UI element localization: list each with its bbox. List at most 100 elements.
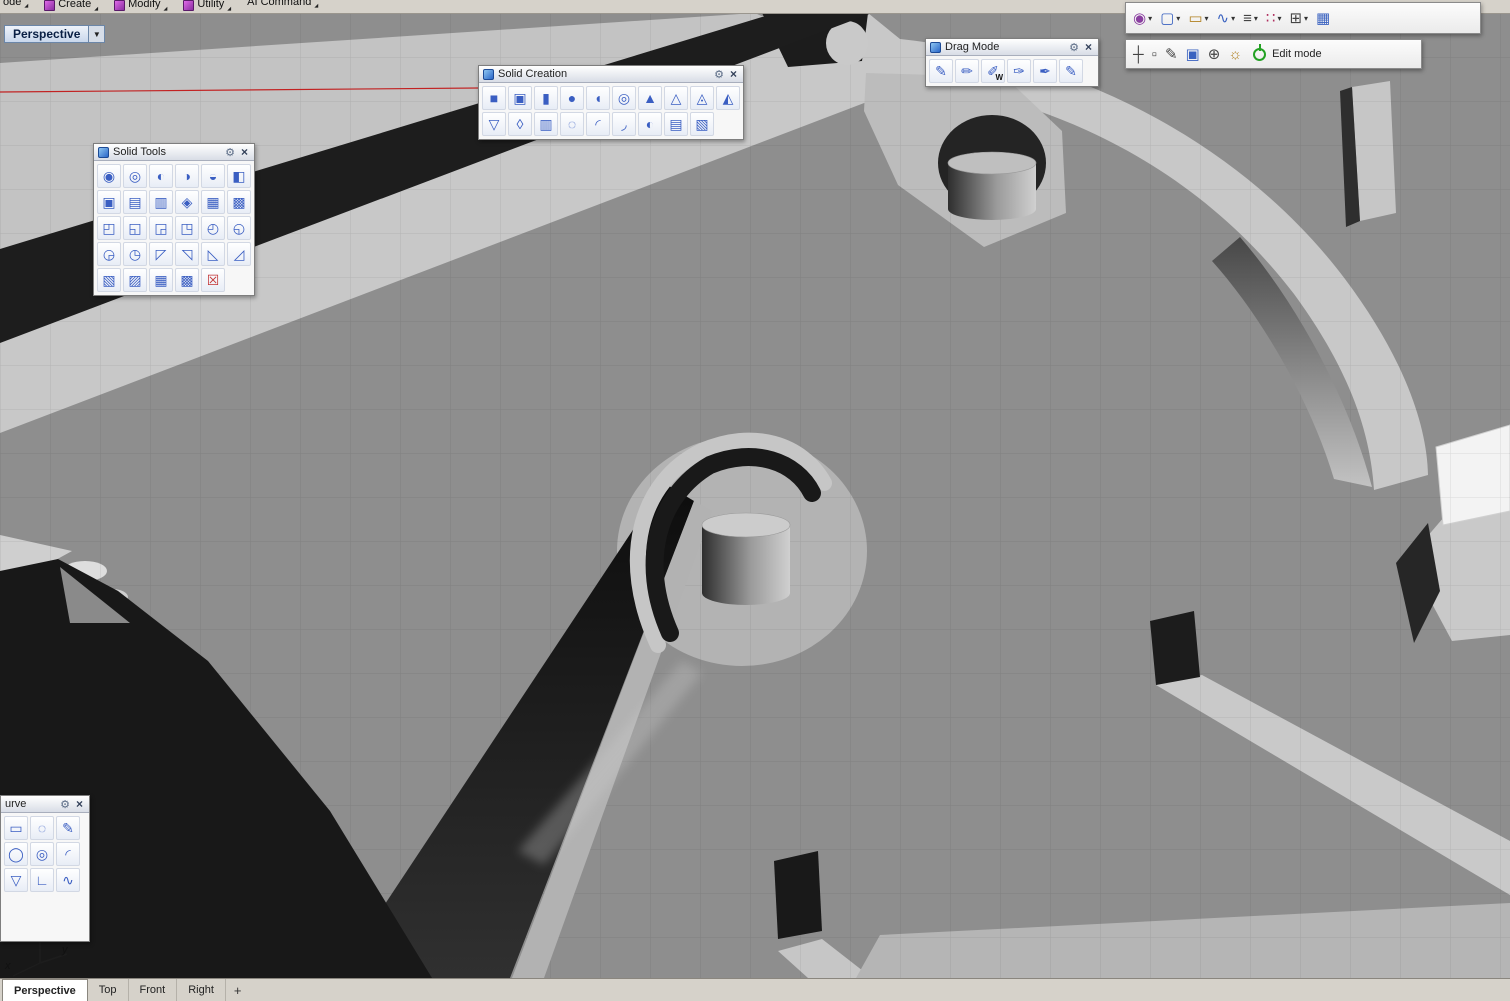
pan-tabs-button[interactable]: + — [226, 979, 250, 1001]
merge-solids-icon[interactable]: ◒ — [201, 164, 225, 188]
box-icon[interactable]: ■ — [482, 86, 506, 110]
dropdown-arrow-icon[interactable]: ▾ — [1148, 14, 1152, 23]
fillet-edge-icon[interactable]: ◰ — [97, 216, 121, 240]
cone-icon[interactable]: ▲ — [638, 86, 662, 110]
circle-icon[interactable]: ◯ — [4, 842, 28, 866]
delete-hole-icon[interactable]: ☒ — [201, 268, 225, 292]
arc-slab-icon[interactable]: ◜ — [586, 112, 610, 136]
angle-curve-icon[interactable]: ∟ — [30, 868, 54, 892]
view-drag-icon[interactable]: ✒ — [1033, 59, 1057, 83]
boolean-intersection-icon[interactable]: ◐ — [149, 164, 173, 188]
cylinder-icon[interactable]: ▮ — [534, 86, 558, 110]
dropdown-arrow-icon[interactable]: ▾ — [1277, 14, 1281, 23]
viewport-title[interactable]: Perspective — [4, 25, 89, 43]
menu-ai-command[interactable]: AI Command◢ — [247, 0, 318, 8]
close-icon[interactable]: × — [239, 145, 250, 159]
arc-icon[interactable]: ◜ — [56, 842, 80, 866]
tetrahedron-icon[interactable]: ▽ — [482, 112, 506, 136]
twist-icon[interactable]: ◿ — [227, 242, 251, 266]
array-dropdown[interactable]: ∷▾ — [1263, 10, 1285, 27]
gear-icon[interactable]: ⚙ — [714, 68, 724, 81]
uvn-drag-icon[interactable]: ✏ — [955, 59, 979, 83]
transform-dropdown[interactable]: ⊞▾ — [1286, 10, 1311, 27]
viewport-perspective[interactable]: x y Perspective ▼ Solid Creation ⚙ × ■▣▮… — [0, 13, 1510, 978]
light-icon[interactable]: ☼ — [1225, 46, 1245, 63]
rotate-face-icon[interactable]: ◴ — [201, 216, 225, 240]
sphere-icon[interactable]: ● — [560, 86, 584, 110]
dropdown-arrow-icon[interactable]: ▾ — [1231, 14, 1235, 23]
project-curve-icon[interactable]: ◹ — [175, 242, 199, 266]
dropdown-arrow-icon[interactable]: ▾ — [1205, 14, 1209, 23]
tab-front[interactable]: Front — [129, 979, 178, 1001]
close-icon[interactable]: × — [74, 797, 85, 811]
curve-tools-dropdown[interactable]: ∿▾ — [1214, 10, 1239, 27]
menu-utility[interactable]: Utility◢ — [183, 0, 231, 11]
cplane-drag-icon[interactable]: ✑ — [1007, 59, 1031, 83]
gumball-icon[interactable]: ┼ — [1130, 46, 1147, 63]
move-face-icon[interactable]: ◲ — [149, 216, 173, 240]
viewport-dropdown-icon[interactable]: ▼ — [89, 25, 105, 43]
copy-face-icon[interactable]: ◳ — [175, 216, 199, 240]
tube-icon[interactable]: ▥ — [534, 112, 558, 136]
polyline-icon[interactable]: ▭ — [4, 816, 28, 840]
menu-create[interactable]: Create◢ — [44, 0, 98, 11]
boolean-gears-icon[interactable]: ◈ — [175, 190, 199, 214]
solid-tools-titlebar[interactable]: Solid Tools ⚙ × — [94, 144, 254, 161]
gear-icon[interactable]: ⚙ — [60, 798, 70, 811]
round-hole-icon[interactable]: ▨ — [123, 268, 147, 292]
cone-outline-icon[interactable]: △ — [664, 86, 688, 110]
points-on-icon[interactable]: ▫ — [1149, 46, 1160, 63]
measure-dropdown[interactable]: ▭▾ — [1185, 10, 1211, 27]
edit-mode-power-icon[interactable] — [1253, 48, 1266, 61]
boolean-split-icon[interactable]: ◑ — [175, 164, 199, 188]
close-icon[interactable]: × — [728, 67, 739, 81]
shell-icon[interactable]: ▥ — [149, 190, 173, 214]
cut-solid-icon[interactable]: ◧ — [227, 164, 251, 188]
point-cloud-icon[interactable]: ◌ — [30, 816, 54, 840]
panel-layout-icon[interactable]: ▦ — [1313, 10, 1333, 27]
plane-icon[interactable]: ◊ — [508, 112, 532, 136]
vee-curve-icon[interactable]: ▽ — [4, 868, 28, 892]
save-icon[interactable]: ▣ — [1183, 46, 1203, 63]
menu-mode[interactable]: ode◢ — [3, 0, 28, 8]
world-drag-icon[interactable]: ✐W — [981, 59, 1005, 83]
dropdown-arrow-icon[interactable]: ▾ — [1304, 14, 1308, 23]
extrude-solid-icon[interactable]: ▣ — [97, 190, 121, 214]
slab-icon[interactable]: ▤ — [664, 112, 688, 136]
tab-top[interactable]: Top — [88, 979, 129, 1001]
quarter-pipe-icon[interactable]: ◞ — [612, 112, 636, 136]
no-drag-icon[interactable]: ✎ — [929, 59, 953, 83]
thicken-icon[interactable]: ▩ — [227, 190, 251, 214]
close-icon[interactable]: × — [1083, 40, 1094, 54]
dropdown-arrow-icon[interactable]: ▾ — [1254, 14, 1258, 23]
dropdown-arrow-icon[interactable]: ▾ — [1176, 14, 1180, 23]
solid-creation-titlebar[interactable]: Solid Creation ⚙ × — [479, 66, 743, 83]
menu-modify[interactable]: Modify◢ — [114, 0, 167, 11]
half-cylinder-icon[interactable]: ◐ — [638, 112, 662, 136]
gear-icon[interactable]: ⚙ — [1069, 41, 1079, 54]
box-corner-icon[interactable]: ▣ — [508, 86, 532, 110]
grid-dense-icon[interactable]: ▩ — [175, 268, 199, 292]
slice-icon[interactable]: ◷ — [123, 242, 147, 266]
ellipsoid-icon[interactable]: ◌ — [560, 112, 584, 136]
pen-curve-icon[interactable]: ✎ — [56, 816, 80, 840]
drag-mode-titlebar[interactable]: Drag Mode ⚙ × — [926, 39, 1098, 56]
pyramid-icon[interactable]: ◭ — [716, 86, 740, 110]
array-holes-icon[interactable]: ◺ — [201, 242, 225, 266]
offset-solid-icon[interactable]: ▦ — [201, 190, 225, 214]
slab-offset-icon[interactable]: ▤ — [123, 190, 147, 214]
torus-icon[interactable]: ◎ — [612, 86, 636, 110]
split-face-icon[interactable]: ◸ — [149, 242, 173, 266]
freeform-curve-icon[interactable]: ∿ — [56, 868, 80, 892]
tab-perspective[interactable]: Perspective — [2, 979, 88, 1001]
boolean-union-icon[interactable]: ◉ — [97, 164, 121, 188]
gear-icon[interactable]: ⚙ — [225, 146, 235, 159]
grid-holes-icon[interactable]: ▦ — [149, 268, 173, 292]
align-dropdown[interactable]: ≡▾ — [1240, 10, 1261, 27]
tab-right[interactable]: Right — [177, 979, 226, 1001]
wedge-icon[interactable]: ▧ — [690, 112, 714, 136]
truncated-cone-icon[interactable]: ◬ — [690, 86, 714, 110]
hole-icon[interactable]: ▧ — [97, 268, 121, 292]
zoom-icon[interactable]: ⊕ — [1205, 46, 1224, 63]
extend-face-icon[interactable]: ◱ — [123, 216, 147, 240]
